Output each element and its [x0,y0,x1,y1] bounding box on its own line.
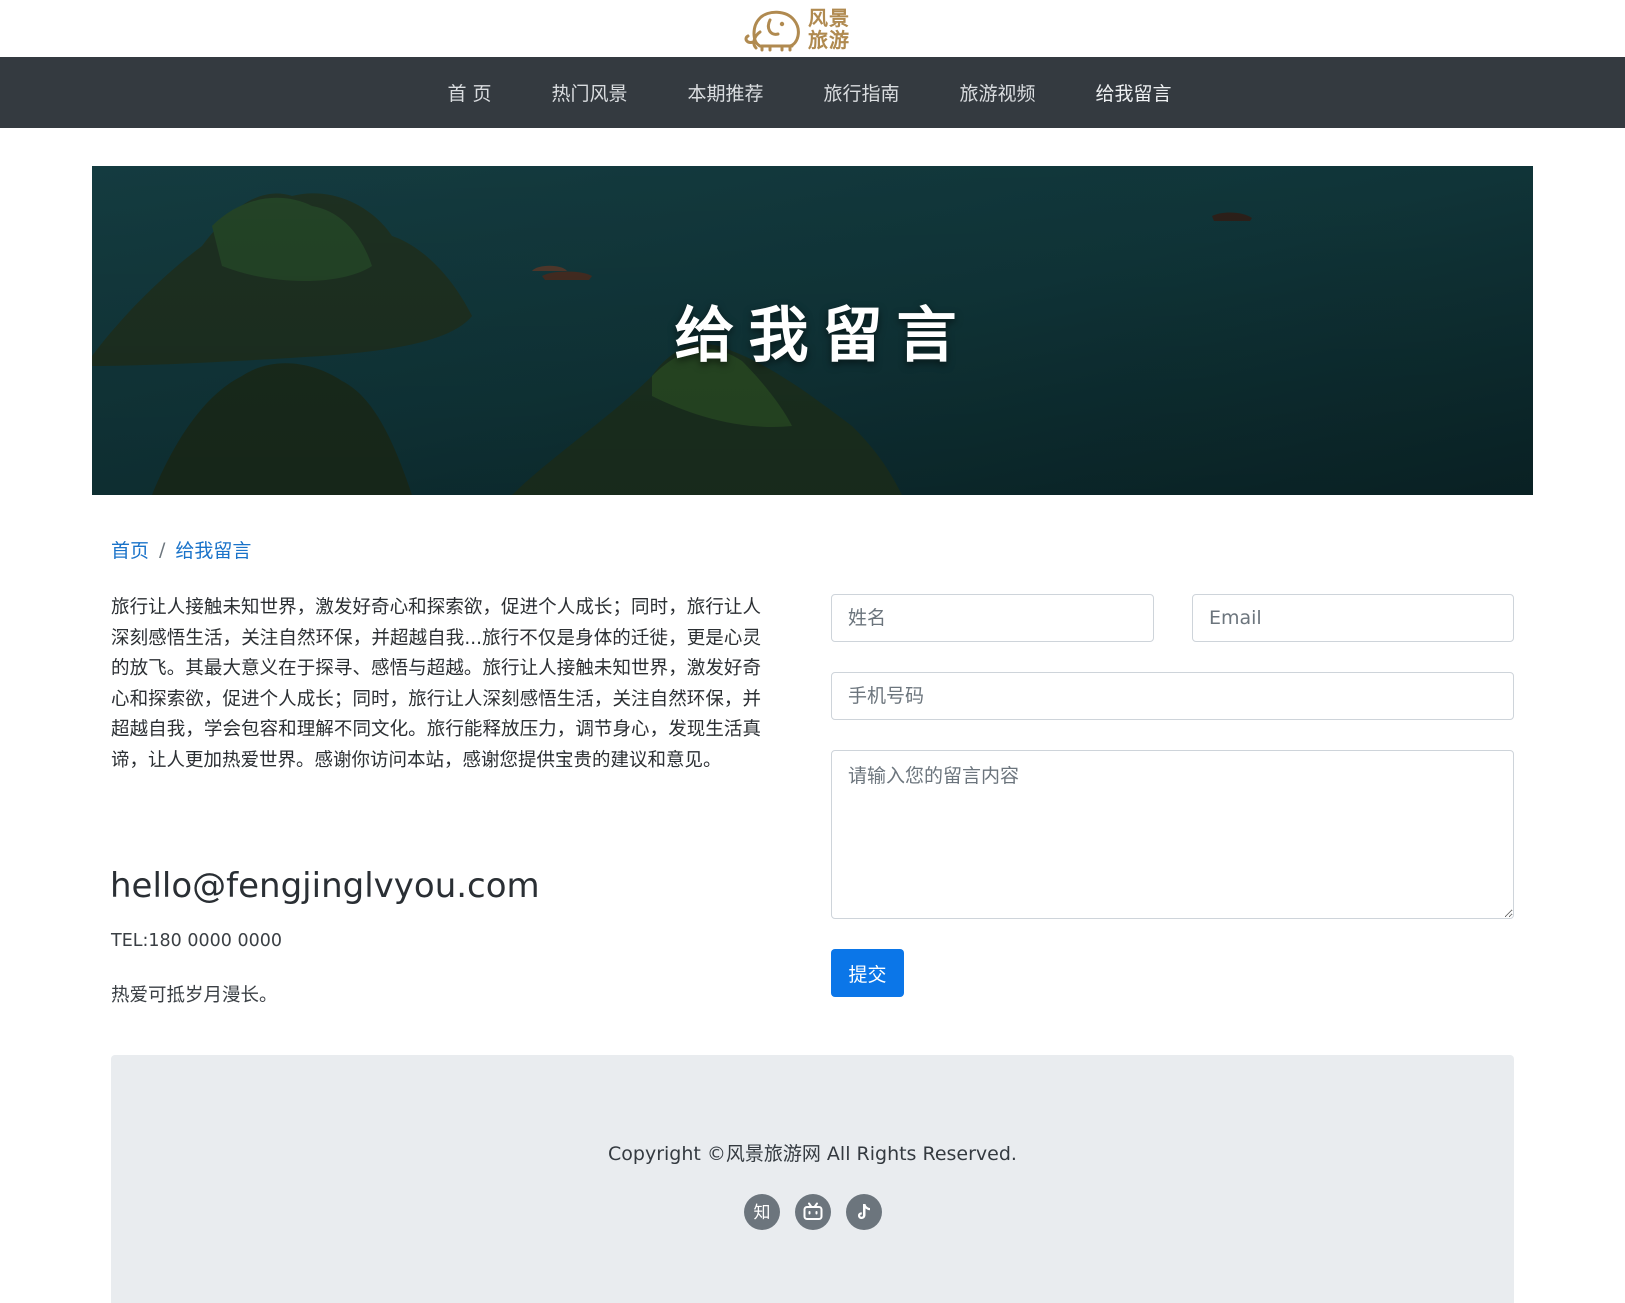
bilibili-icon [803,1202,822,1220]
banner-title: 给我留言 [674,301,971,371]
submit-button[interactable]: 提交 [831,949,904,997]
brand-name: 风景 旅游 [808,7,850,51]
contact-email: hello@fengjinglvyou.com [110,866,540,906]
nav-item-travel-guide[interactable]: 旅行指南 [794,79,930,106]
copyright-text: Copyright ©风景旅游网 All Rights Reserved. [608,1143,1017,1165]
site-footer: Copyright ©风景旅游网 All Rights Reserved. 知 [111,1055,1514,1303]
nav-item-popular-scenery[interactable]: 热门风景 [521,79,657,106]
tiktok-icon [857,1204,870,1219]
tiktok-link[interactable] [845,1194,882,1230]
bilibili-link[interactable] [794,1194,831,1230]
message-textarea[interactable] [831,750,1514,919]
contact-phone: TEL:180 0000 0000 [111,931,282,951]
intro-paragraph: 旅行让人接触未知世界，激发好奇心和探索欲，促进个人成长；同时，旅行让人深刻感悟生… [111,597,761,771]
zhihu-icon: 知 [753,1203,770,1223]
name-input[interactable] [831,594,1154,642]
nav-item-leave-message[interactable]: 给我留言 [1066,79,1202,106]
main-nav: 首 页 热门风景 本期推荐 旅行指南 旅游视频 给我留言 [0,57,1625,128]
breadcrumb-separator: / [159,538,166,561]
site-logo[interactable]: 风景 旅游 [740,6,870,52]
email-input[interactable] [1192,594,1514,642]
social-links: 知 [111,1194,1514,1230]
page-banner: 给我留言 [92,166,1533,495]
nav-item-travel-videos[interactable]: 旅游视频 [930,79,1066,106]
phone-input[interactable] [831,672,1514,720]
brand-line-2: 旅游 [808,28,850,52]
nav-item-featured[interactable]: 本期推荐 [658,79,794,106]
breadcrumb-current-link[interactable]: 给我留言 [175,536,251,563]
brand-line-1: 风景 [808,6,850,30]
contact-motto: 热爱可抵岁月漫长。 [111,985,278,1006]
nav-item-home[interactable]: 首 页 [417,79,521,106]
site-header: 风景 旅游 [0,0,1625,57]
zhihu-link[interactable]: 知 [743,1194,780,1230]
elephant-logo-icon [744,10,800,52]
svg-text:知: 知 [753,1203,770,1223]
breadcrumb-home-link[interactable]: 首页 [111,536,149,563]
breadcrumb: 首页 / 给我留言 [111,536,251,563]
